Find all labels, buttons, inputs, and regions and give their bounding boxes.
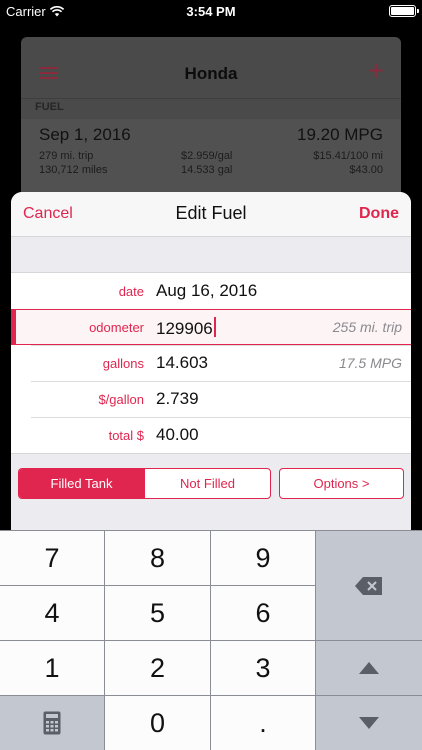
fill-segmented-control: Filled Tank Not Filled — [18, 468, 271, 499]
entry-odometer: 130,712 miles — [39, 164, 108, 176]
entry-date: Sep 1, 2016 — [39, 125, 131, 144]
status-time: 3:54 PM — [186, 4, 236, 19]
odometer-value[interactable]: 129906 — [156, 319, 213, 338]
gallons-field[interactable]: gallons 14.603 17.5 MPG — [11, 345, 411, 381]
date-value[interactable]: Aug 16, 2016 — [156, 281, 257, 301]
entry-gallons: 14.533 gal — [181, 164, 233, 176]
odometer-value-wrap[interactable]: 129906 — [156, 317, 216, 339]
edit-fuel-sheet: Cancel Edit Fuel Done date Aug 16, 2016 … — [11, 192, 411, 532]
fuel-form: date Aug 16, 2016 odometer 129906 255 mi… — [11, 272, 411, 454]
section-header: FUEL — [35, 101, 64, 113]
key-5[interactable]: 5 — [105, 586, 210, 640]
numeric-keypad: 7 8 9 4 5 6 1 2 3 0 . — [0, 530, 422, 750]
entry-mpg: 19.20 MPG — [297, 125, 383, 144]
battery-icon — [389, 5, 419, 17]
odometer-hint: 255 mi. trip — [332, 319, 402, 335]
calculator-icon — [43, 711, 61, 735]
sheet-title: Edit Fuel — [175, 203, 247, 223]
date-field[interactable]: date Aug 16, 2016 — [11, 273, 411, 309]
odometer-field[interactable]: odometer 129906 255 mi. trip — [11, 309, 411, 345]
action-buttons: Filled Tank Not Filled Options > — [18, 468, 404, 499]
key-9[interactable]: 9 — [211, 531, 315, 585]
background-nav-bar: Honda + — [21, 37, 401, 99]
background-title: Honda — [184, 64, 238, 83]
total-value[interactable]: 40.00 — [156, 425, 199, 445]
not-filled-segment[interactable]: Not Filled — [144, 469, 270, 498]
key-0[interactable]: 0 — [105, 696, 210, 750]
text-cursor — [213, 317, 216, 337]
total-label: total $ — [108, 428, 144, 443]
gallons-label: gallons — [102, 356, 144, 371]
entry-trip: 279 mi. trip — [39, 150, 94, 162]
key-6[interactable]: 6 — [211, 586, 315, 640]
key-1[interactable]: 1 — [0, 641, 104, 695]
calculator-key[interactable] — [0, 696, 104, 750]
backspace-key[interactable] — [316, 531, 422, 640]
status-bar: Carrier 3:54 PM — [0, 0, 422, 22]
previous-field-key[interactable] — [316, 641, 422, 695]
add-icon: + — [367, 55, 384, 86]
down-arrow-icon — [359, 717, 379, 729]
active-field-indicator — [11, 309, 16, 345]
entry-cost-per-100: $15.41/100 mi — [313, 150, 383, 162]
key-7[interactable]: 7 — [0, 531, 104, 585]
price-per-gallon-field[interactable]: $/gallon 2.739 — [11, 381, 411, 417]
price-per-gallon-label: $/gallon — [98, 392, 144, 407]
up-arrow-icon — [359, 662, 379, 674]
done-button[interactable]: Done — [359, 205, 399, 223]
total-field[interactable]: total $ 40.00 — [11, 417, 411, 453]
sheet-nav-bar: Cancel Edit Fuel Done — [11, 192, 411, 237]
backspace-icon — [355, 576, 382, 595]
options-button[interactable]: Options > — [279, 468, 404, 499]
decimal-key[interactable]: . — [211, 696, 315, 750]
gallons-value[interactable]: 14.603 — [156, 353, 208, 373]
entry-total: $43.00 — [349, 164, 383, 176]
gallons-hint: 17.5 MPG — [338, 355, 402, 371]
date-label: date — [118, 284, 144, 299]
key-2[interactable]: 2 — [105, 641, 210, 695]
entry-price: $2.959/gal — [181, 150, 233, 162]
price-per-gallon-value[interactable]: 2.739 — [156, 389, 199, 409]
next-field-key[interactable] — [316, 696, 422, 750]
key-8[interactable]: 8 — [105, 531, 210, 585]
key-4[interactable]: 4 — [0, 586, 104, 640]
odometer-label: odometer — [89, 320, 144, 335]
key-3[interactable]: 3 — [211, 641, 315, 695]
filled-tank-segment[interactable]: Filled Tank — [19, 469, 144, 498]
